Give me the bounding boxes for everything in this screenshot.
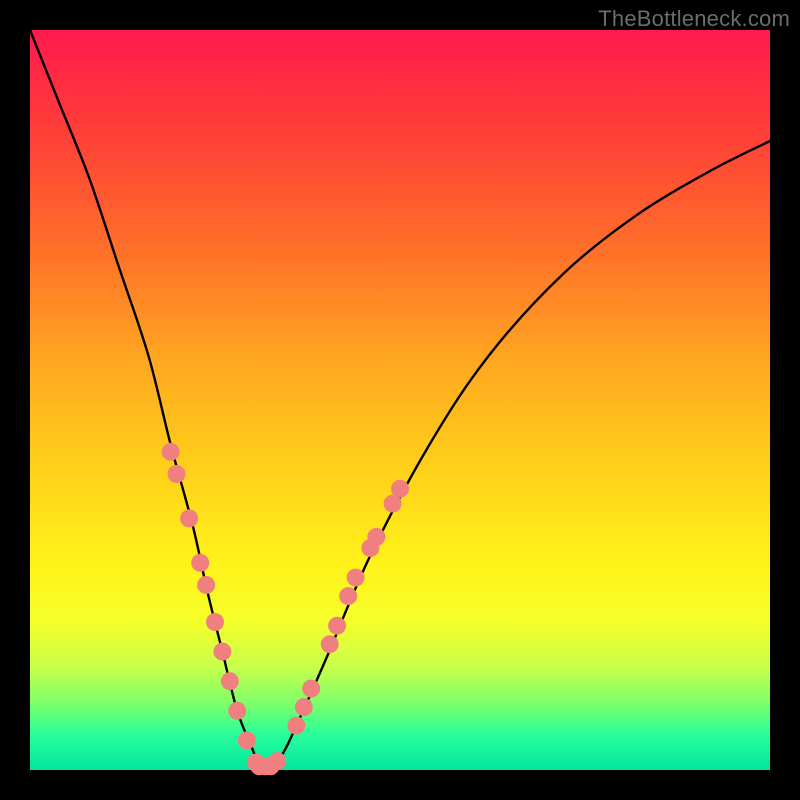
highlight-dot [197, 576, 215, 594]
highlight-dots [162, 443, 409, 776]
highlight-dot [180, 509, 198, 527]
highlight-dot [191, 554, 209, 572]
chart-stage: TheBottleneck.com [0, 0, 800, 800]
highlight-dot [162, 443, 180, 461]
highlight-dot [228, 702, 246, 720]
highlight-dot [302, 680, 320, 698]
highlight-dot [238, 731, 256, 749]
highlight-dot [347, 569, 365, 587]
plot-area [30, 30, 770, 770]
highlight-dot [168, 465, 186, 483]
highlight-dot [321, 635, 339, 653]
bottleneck-curve [30, 30, 770, 768]
highlight-dot [221, 672, 239, 690]
highlight-dot [339, 587, 357, 605]
highlight-dot [295, 698, 313, 716]
highlight-dot [213, 643, 231, 661]
highlight-dot [206, 613, 224, 631]
highlight-dot [391, 480, 409, 498]
watermark-label: TheBottleneck.com [598, 6, 790, 32]
highlight-dot [328, 617, 346, 635]
highlight-dot [287, 717, 305, 735]
chart-svg [30, 30, 770, 770]
highlight-dot [367, 528, 385, 546]
highlight-dot [268, 752, 286, 770]
